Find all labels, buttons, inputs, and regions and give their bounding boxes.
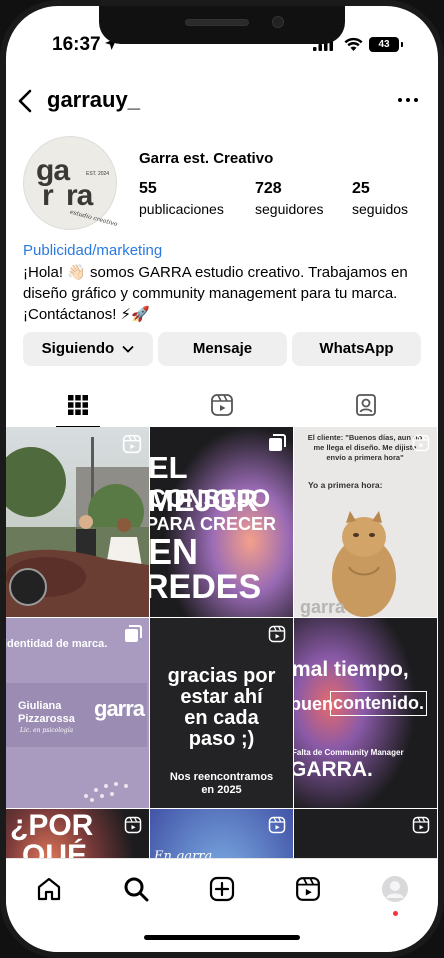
carousel-icon — [124, 625, 142, 648]
reels-icon — [211, 394, 233, 416]
stat-following-label: seguidos — [352, 201, 409, 217]
post-headline: CONSEJO — [150, 485, 270, 513]
post-headline: REDES — [150, 569, 261, 605]
more-options-icon[interactable] — [396, 90, 420, 110]
svg-text:r: r — [42, 179, 54, 212]
phone-frame: 16:37 43 garrauy_ ga ra r EST. 2024 estu… — [0, 0, 444, 958]
reels-icon — [296, 877, 320, 901]
post-tile-wedding[interactable] — [6, 427, 149, 617]
headline-line: REDES — [150, 568, 262, 606]
reel-icon — [412, 434, 430, 457]
screen: 16:37 43 garrauy_ ga ra r EST. 2024 estu… — [6, 6, 438, 952]
carousel-icon — [268, 434, 286, 457]
profile-username: garrauy_ — [47, 87, 140, 112]
following-button-label: Siguiendo — [41, 340, 115, 357]
post-message: gracias por estar ahí en cada paso ;) — [150, 666, 293, 750]
profile-category[interactable]: Publicidad/marketing — [23, 242, 162, 259]
post-headline: EN — [150, 533, 198, 571]
post-line: Falta de Community Manager — [294, 748, 404, 757]
svg-text:estudio creativo: estudio creativo — [69, 209, 118, 229]
post-tile-gracias[interactable]: gracias por estar ahí en cada paso ;) No… — [150, 618, 293, 808]
stat-following[interactable]: 25 seguidos — [352, 180, 408, 217]
notification-dot — [393, 911, 398, 916]
whatsapp-button[interactable]: WhatsApp — [292, 332, 421, 366]
battery-indicator: 43 — [369, 37, 403, 52]
home-indicator[interactable] — [144, 935, 300, 940]
chevron-down-icon — [122, 345, 134, 353]
speaker-grille — [185, 19, 249, 26]
reel-icon — [268, 625, 286, 648]
profile-avatar[interactable]: ga ra r EST. 2024 estudio creativo — [23, 136, 119, 230]
add-post-icon — [209, 876, 235, 902]
nav-create[interactable] — [206, 873, 238, 905]
post-line: mal tiempo, — [294, 658, 409, 681]
profile-avatar-icon — [382, 876, 408, 902]
watermark-brand: garra — [300, 597, 346, 617]
footer-line: en 2025 — [201, 784, 242, 796]
message-line: paso ;) — [188, 728, 255, 750]
stat-posts-label: publicaciones — [139, 201, 224, 217]
tab-reels[interactable] — [150, 382, 294, 428]
nav-reels[interactable] — [292, 873, 324, 905]
tagged-person-icon — [356, 394, 376, 416]
post-tile-consejo[interactable]: EL MEJOR CONSEJO PARA CRECER EN REDES — [150, 427, 293, 617]
nav-home[interactable] — [33, 873, 65, 905]
stat-followers-count: 728 — [255, 180, 282, 197]
tab-tagged[interactable] — [294, 382, 438, 428]
bio-line: ¡Contáctanos! ⚡🚀 — [23, 306, 150, 323]
post-footer: Nos reencontramos en 2025 — [150, 771, 293, 797]
garra-logo: ga ra r EST. 2024 estudio creativo — [36, 154, 119, 229]
nav-search[interactable] — [120, 873, 152, 905]
display-name: Garra est. Creativo — [139, 150, 274, 167]
front-camera — [272, 16, 284, 28]
svg-text:ra: ra — [66, 179, 94, 212]
stat-posts[interactable]: 55 publicaciones — [139, 180, 224, 217]
posts-grid: EL MEJOR CONSEJO PARA CRECER EN REDES El… — [6, 427, 438, 867]
post-tile-identidad[interactable]: identidad de marca. Giuliana Pizzarossa … — [6, 618, 149, 808]
footer-line: Nos reencontramos — [169, 771, 274, 783]
back-arrow-icon[interactable] — [14, 88, 38, 114]
message-button[interactable]: Mensaje — [158, 332, 287, 366]
svg-text:EST. 2024: EST. 2024 — [86, 171, 109, 177]
following-button[interactable]: Siguiendo — [23, 332, 153, 366]
reel-icon — [124, 816, 142, 839]
bio-line: diseño gráfico y community management pa… — [23, 285, 398, 302]
dynamic-notch — [99, 6, 345, 44]
grid-icon — [68, 395, 88, 415]
stat-followers[interactable]: 728 seguidores — [255, 180, 324, 217]
home-icon — [37, 877, 61, 901]
post-line: ¿POR — [10, 809, 94, 842]
post-line: buen — [294, 694, 333, 714]
message-line: en cada — [184, 707, 259, 729]
reel-icon — [412, 816, 430, 839]
profile-bio: ¡Hola! 👋🏻 somos GARRA estudio creativo. … — [23, 262, 428, 325]
headline-line: CONSEJO — [150, 485, 271, 513]
search-icon — [124, 877, 149, 902]
bio-line: ¡Hola! 👋🏻 somos GARRA estudio creativo. … — [23, 264, 408, 281]
stat-posts-count: 55 — [139, 180, 157, 197]
tab-posts[interactable] — [6, 382, 150, 428]
headline-line: EN — [150, 531, 199, 572]
stat-following-count: 25 — [352, 180, 370, 197]
post-line-boxed: contenido. — [330, 691, 427, 716]
stat-followers-label: seguidores — [255, 201, 324, 217]
reel-icon — [122, 434, 142, 459]
message-line: estar ahí — [180, 686, 263, 708]
message-line: gracias por — [167, 665, 276, 687]
status-time: 16:37 — [52, 34, 101, 55]
post-tile-meme[interactable]: El cliente: "Buenos días, aun no me lleg… — [294, 427, 437, 617]
post-tile-mal-tiempo[interactable]: mal tiempo, buen contenido. Falta de Com… — [294, 618, 437, 808]
reel-icon — [268, 816, 286, 839]
profile-tabs — [6, 382, 438, 428]
post-line: GARRA. — [294, 758, 373, 781]
wifi-icon — [344, 37, 363, 57]
profile-header: garrauy_ — [6, 84, 438, 118]
nav-profile[interactable] — [379, 873, 411, 905]
